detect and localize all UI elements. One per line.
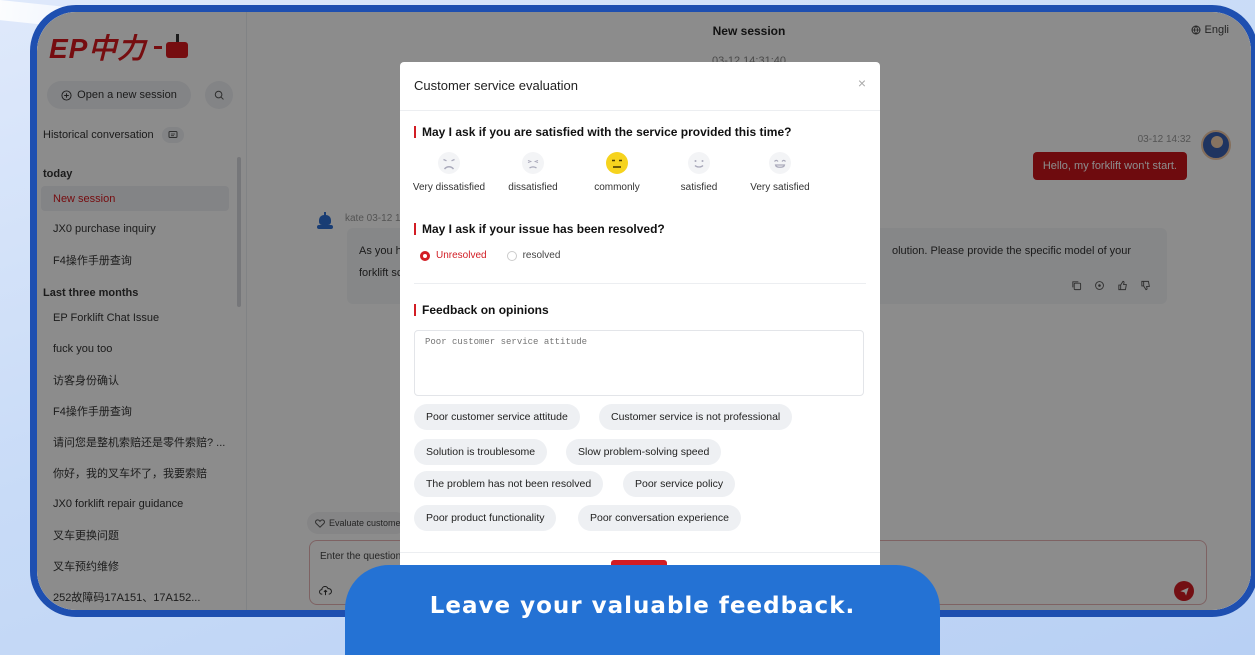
very-satisfied-face-icon — [769, 152, 791, 174]
feedback-tag[interactable]: Customer service is not professional — [599, 404, 793, 430]
feedback-banner: Leave your valuable feedback. — [345, 565, 940, 655]
divider — [414, 283, 866, 284]
resolution-question-text: May I ask if your issue has been resolve… — [422, 222, 665, 236]
feedback-heading: Feedback on opinions — [414, 303, 549, 317]
neutral-face-icon — [606, 152, 628, 174]
radio-indicator — [506, 250, 517, 261]
dialog-title: Customer service evaluation — [414, 78, 579, 93]
feedback-tag[interactable]: Poor service policy — [623, 471, 736, 497]
feedback-heading-text: Feedback on opinions — [422, 303, 549, 317]
device-frame: EP中力 Open a new session Historical conve… — [30, 5, 1255, 617]
rating-satisfied[interactable]: satisfied — [654, 150, 744, 193]
feedback-tag[interactable]: Poor conversation experience — [578, 505, 741, 531]
satisfaction-question: May I ask if you are satisfied with the … — [414, 125, 791, 139]
dissatisfied-face-icon — [522, 152, 544, 174]
resolution-question: May I ask if your issue has been resolve… — [414, 222, 665, 236]
rating-label: dissatisfied — [508, 182, 558, 193]
radio-resolved[interactable]: resolved — [506, 250, 561, 261]
very-dissatisfied-face-icon — [438, 152, 460, 174]
resolution-radio-group: Unresolved resolved — [420, 250, 560, 261]
close-icon[interactable]: × — [858, 75, 866, 91]
rating-commonly[interactable]: commonly — [572, 150, 662, 193]
feedback-tag[interactable]: Poor customer service attitude — [414, 404, 580, 430]
rating-very-dissatisfied[interactable]: Very dissatisfied — [404, 150, 494, 193]
app-window: EP中力 Open a new session Historical conve… — [37, 12, 1251, 610]
divider — [400, 110, 880, 111]
radio-unresolved[interactable]: Unresolved — [420, 250, 487, 261]
divider — [400, 552, 880, 553]
radio-label: resolved — [522, 250, 561, 261]
rating-label: Very satisfied — [750, 182, 810, 193]
satisfaction-question-text: May I ask if you are satisfied with the … — [422, 125, 792, 139]
rating-very-satisfied[interactable]: Very satisfied — [735, 150, 825, 193]
feedback-textarea[interactable] — [414, 330, 864, 396]
satisfied-face-icon — [688, 152, 710, 174]
radio-label: Unresolved — [436, 250, 487, 261]
rating-label: satisfied — [680, 182, 718, 193]
feedback-tag[interactable]: Solution is troublesome — [414, 439, 548, 465]
radio-indicator — [420, 250, 430, 261]
feedback-tag[interactable]: The problem has not been resolved — [414, 471, 604, 497]
feedback-tag[interactable]: Poor product functionality — [414, 505, 557, 531]
feedback-tag[interactable]: Slow problem-solving speed — [566, 439, 722, 465]
rating-dissatisfied[interactable]: dissatisfied — [488, 150, 578, 193]
satisfaction-rating-group: Very dissatisfied dissatisfied commonly … — [408, 150, 848, 200]
evaluation-dialog: Customer service evaluation × May I ask … — [400, 62, 880, 582]
rating-label: commonly — [594, 182, 640, 193]
rating-label: Very dissatisfied — [412, 182, 486, 193]
